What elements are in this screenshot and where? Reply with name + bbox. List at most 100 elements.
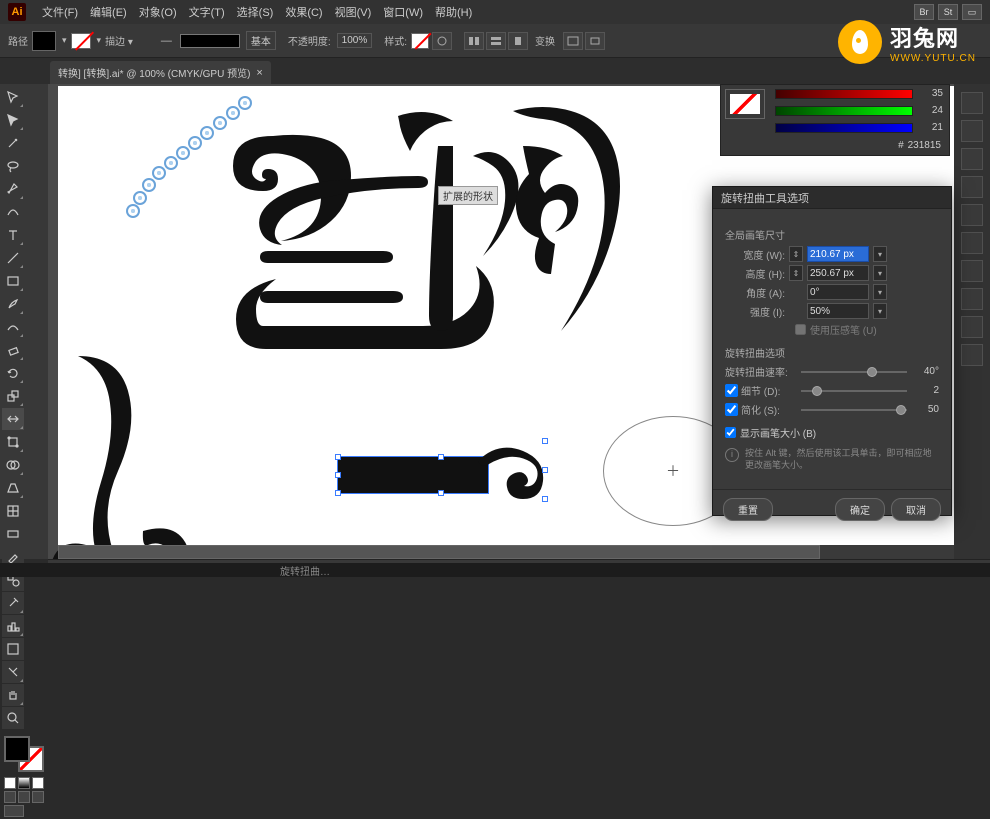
fill-swatch[interactable] — [32, 31, 56, 51]
hand-tool[interactable] — [2, 684, 24, 706]
menu-window[interactable]: 窗口(W) — [377, 4, 429, 20]
panel-icon-gradient[interactable] — [961, 260, 983, 282]
panel-icon-symbols[interactable] — [961, 204, 983, 226]
hex-value[interactable]: 231815 — [908, 140, 941, 151]
align-icon-3[interactable] — [508, 32, 528, 50]
mode-gradient-icon[interactable] — [18, 777, 30, 789]
screen-mode-icon[interactable] — [4, 805, 24, 817]
align-icon-1[interactable] — [464, 32, 484, 50]
angle-dropdown-icon[interactable]: ▾ — [873, 284, 887, 300]
reset-button[interactable]: 重置 — [723, 498, 773, 521]
mode-color-icon[interactable] — [4, 777, 16, 789]
menu-edit[interactable]: 编辑(E) — [84, 4, 133, 20]
perspective-tool[interactable] — [2, 477, 24, 499]
checkbox-simplify[interactable] — [725, 403, 738, 416]
shape-builder-tool[interactable] — [2, 454, 24, 476]
stock-icon[interactable]: St — [938, 4, 958, 20]
intensity-dropdown-icon[interactable]: ▾ — [873, 303, 887, 319]
menu-effect[interactable]: 效果(C) — [279, 4, 328, 20]
slider-green[interactable] — [775, 106, 913, 116]
transform-button[interactable]: 变换 — [535, 33, 555, 48]
cancel-button[interactable]: 取消 — [891, 498, 941, 521]
stroke-swatch[interactable] — [71, 33, 91, 49]
mesh-tool[interactable] — [2, 500, 24, 522]
shaper-tool[interactable] — [2, 316, 24, 338]
opacity-value[interactable]: 100% — [337, 33, 373, 48]
symbol-sprayer-tool[interactable] — [2, 592, 24, 614]
tab-close-icon[interactable]: × — [256, 67, 262, 79]
menu-select[interactable]: 选择(S) — [231, 4, 280, 20]
magic-wand-tool[interactable] — [2, 132, 24, 154]
value-twirl-rate[interactable]: 40° — [913, 366, 939, 377]
slice-tool[interactable] — [2, 661, 24, 683]
value-simplify[interactable]: 50 — [913, 404, 939, 415]
panel-icon-layers[interactable] — [961, 344, 983, 366]
arrange-icon[interactable]: ▭ — [962, 4, 982, 20]
line-tool[interactable] — [2, 247, 24, 269]
input-intensity[interactable] — [807, 303, 869, 319]
panel-icon-brushes[interactable] — [961, 176, 983, 198]
menu-file[interactable]: 文件(F) — [36, 4, 84, 20]
draw-behind-icon[interactable] — [18, 791, 30, 803]
stroke-label[interactable]: 描边 ▾ — [105, 33, 133, 48]
gradient-tool[interactable] — [2, 523, 24, 545]
clip-icon[interactable] — [585, 32, 605, 50]
value-green[interactable]: 24 — [919, 105, 943, 116]
direct-selection-tool[interactable] — [2, 109, 24, 131]
fill-color-swatch[interactable] — [4, 736, 30, 762]
height-stepper[interactable]: ⇕ — [789, 265, 803, 281]
draw-normal-icon[interactable] — [4, 791, 16, 803]
panel-icon-properties[interactable] — [961, 92, 983, 114]
horizontal-scrollbar[interactable] — [58, 545, 954, 559]
type-tool[interactable] — [2, 224, 24, 246]
rotate-tool[interactable] — [2, 362, 24, 384]
document-tab[interactable]: 转换] [转换].ai* @ 100% (CMYK/GPU 预览) × — [50, 61, 271, 84]
recolor-icon[interactable] — [432, 32, 452, 50]
input-angle[interactable] — [807, 284, 869, 300]
brush-def-dropdown[interactable]: 基本 — [246, 31, 276, 50]
scale-tool[interactable] — [2, 385, 24, 407]
panel-icon-appearance[interactable] — [961, 316, 983, 338]
slider-twirl-rate[interactable] — [801, 371, 907, 373]
free-transform-tool[interactable] — [2, 431, 24, 453]
menu-help[interactable]: 帮助(H) — [429, 4, 478, 20]
panel-icon-transparency[interactable] — [961, 288, 983, 310]
slider-blue[interactable] — [775, 123, 913, 133]
panel-icon-color[interactable] — [961, 120, 983, 142]
width-dropdown-icon[interactable]: ▾ — [873, 246, 887, 262]
height-dropdown-icon[interactable]: ▾ — [873, 265, 887, 281]
zoom-tool[interactable] — [2, 707, 24, 729]
pen-tool[interactable] — [2, 178, 24, 200]
panel-icon-stroke[interactable] — [961, 232, 983, 254]
bridge-icon[interactable]: Br — [914, 4, 934, 20]
mode-none-icon[interactable] — [32, 777, 44, 789]
paintbrush-tool[interactable] — [2, 293, 24, 315]
ok-button[interactable]: 确定 — [835, 498, 885, 521]
width-tool[interactable] — [2, 408, 24, 430]
checkbox-show-brush[interactable] — [725, 427, 736, 438]
slider-detail[interactable] — [801, 390, 907, 392]
checkbox-detail[interactable] — [725, 384, 738, 397]
isolate-icon[interactable] — [563, 32, 583, 50]
canvas-selected-shape[interactable] — [338, 441, 568, 501]
column-graph-tool[interactable] — [2, 615, 24, 637]
menu-object[interactable]: 对象(O) — [133, 4, 183, 20]
input-width[interactable] — [807, 246, 869, 262]
artboard-tool[interactable] — [2, 638, 24, 660]
value-red[interactable]: 35 — [919, 88, 943, 99]
panel-icon-swatches[interactable] — [961, 148, 983, 170]
curvature-tool[interactable] — [2, 201, 24, 223]
slider-simplify[interactable] — [801, 409, 907, 411]
eraser-tool[interactable] — [2, 339, 24, 361]
width-stepper[interactable]: ⇕ — [789, 246, 803, 262]
draw-inside-icon[interactable] — [32, 791, 44, 803]
stroke-preview[interactable] — [180, 34, 240, 48]
lasso-tool[interactable] — [2, 155, 24, 177]
menu-type[interactable]: 文字(T) — [183, 4, 231, 20]
input-height[interactable] — [807, 265, 869, 281]
menu-view[interactable]: 视图(V) — [329, 4, 378, 20]
color-panel-swatch[interactable] — [725, 89, 765, 119]
value-detail[interactable]: 2 — [913, 385, 939, 396]
align-icon-2[interactable] — [486, 32, 506, 50]
rectangle-tool[interactable] — [2, 270, 24, 292]
